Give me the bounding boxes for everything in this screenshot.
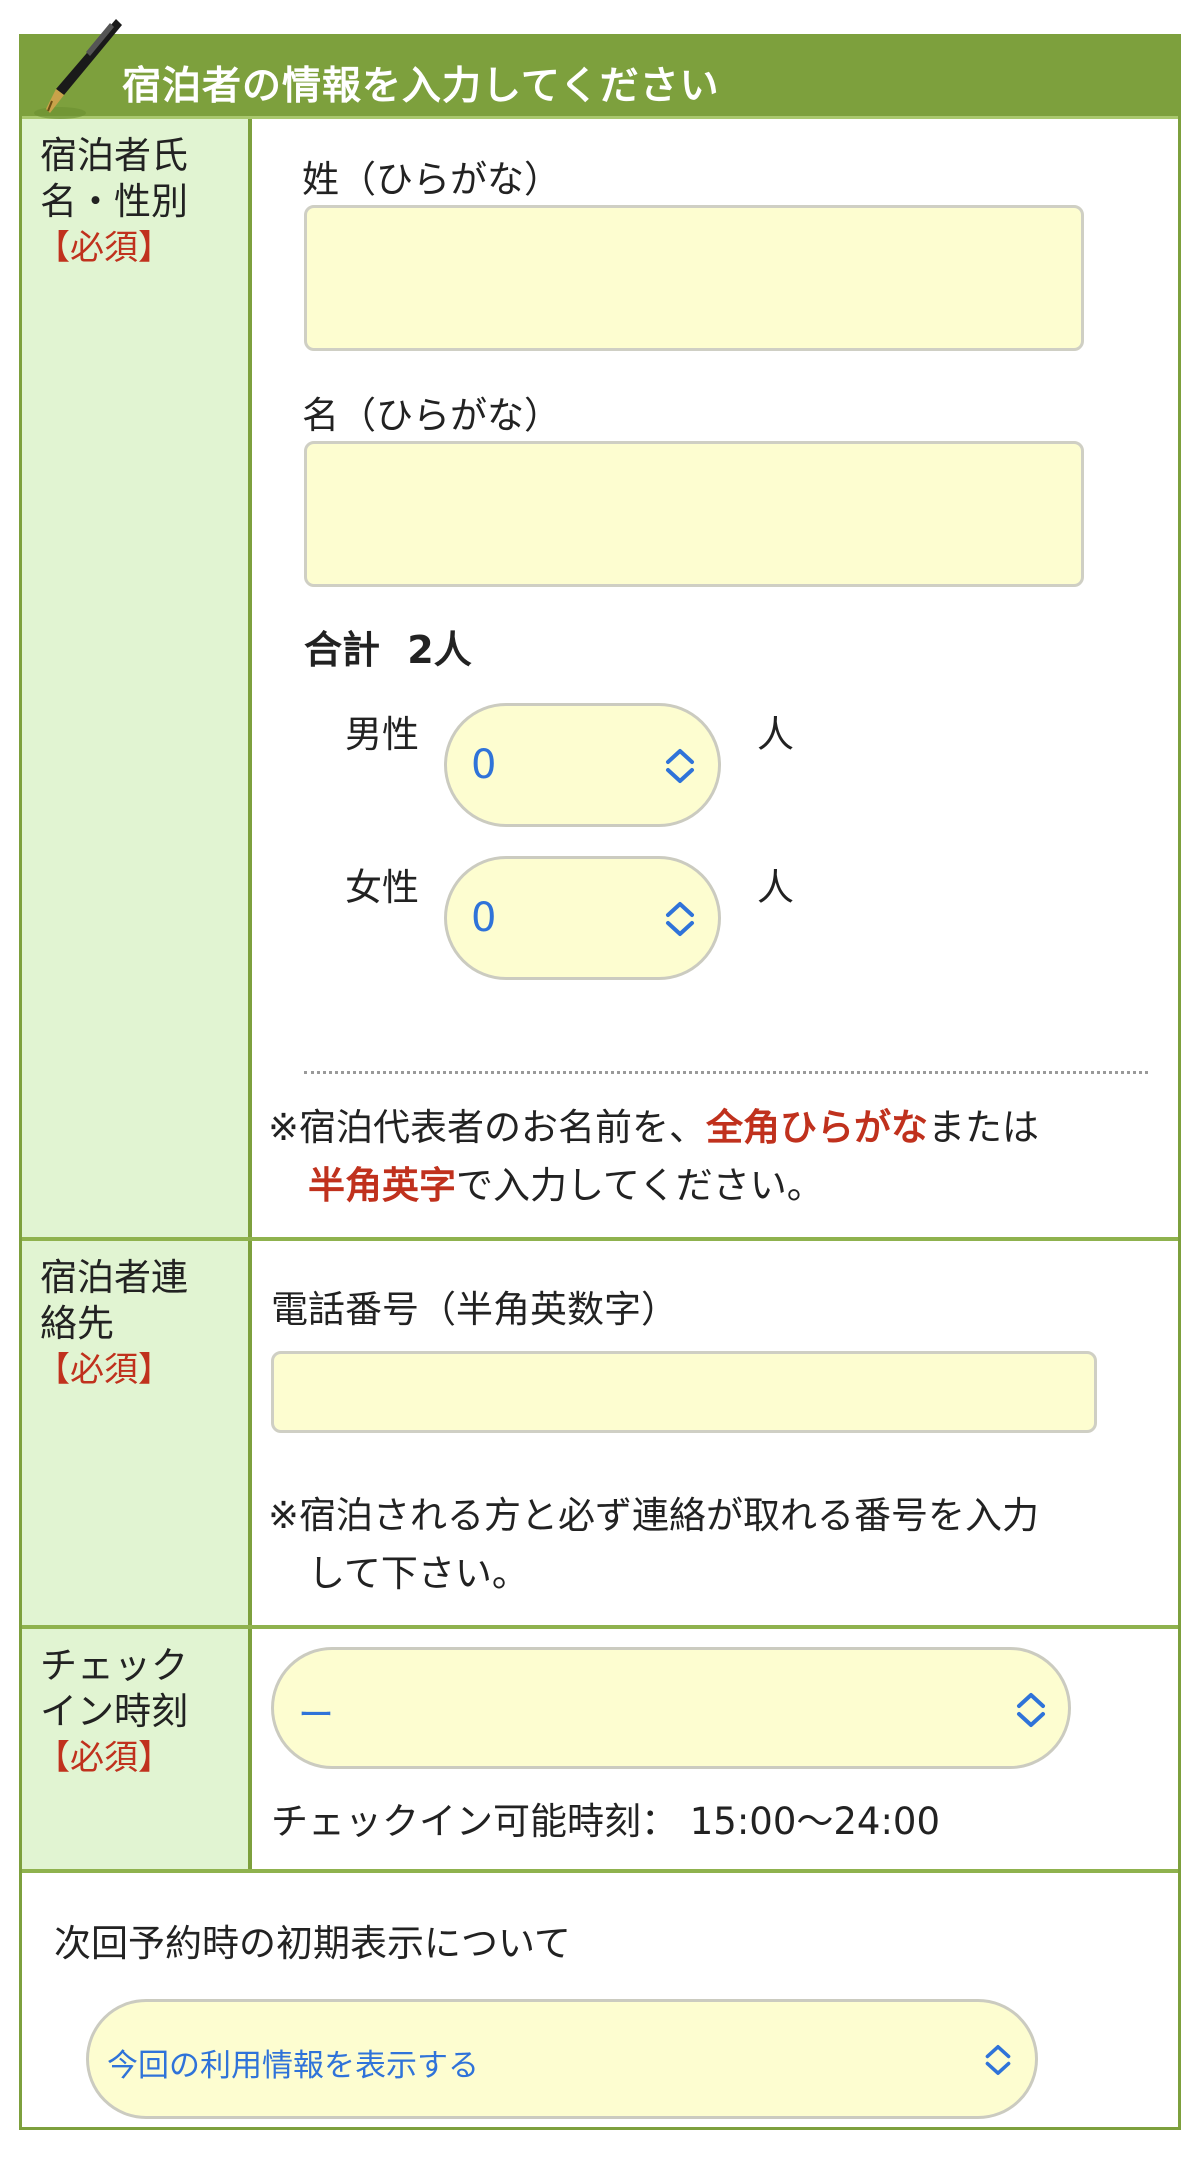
contact-note-line2: して下さい。 bbox=[308, 1552, 529, 1595]
contact-label-line2: 絡先 bbox=[40, 1302, 114, 1345]
chevron-up-down-icon bbox=[985, 2045, 1011, 2075]
female-unit: 人 bbox=[757, 866, 794, 909]
phone-label: 電話番号（半角英数字） bbox=[271, 1288, 678, 1331]
checkin-time-select[interactable]: ー bbox=[271, 1647, 1071, 1769]
female-label: 女性 bbox=[345, 866, 419, 909]
checkin-label-line1: チェック bbox=[40, 1644, 188, 1687]
last-name-label: 姓（ひらがな） bbox=[302, 158, 561, 201]
guest-name-label-line1: 宿泊者氏 bbox=[40, 134, 188, 177]
next-booking-value: 今回の利用情報を表示する bbox=[107, 2048, 479, 2084]
female-count-value: 0 bbox=[471, 895, 497, 941]
form-title: 宿泊者の情報を入力してください bbox=[122, 64, 720, 109]
male-count-select[interactable]: 0 bbox=[444, 703, 721, 827]
first-name-input[interactable] bbox=[304, 441, 1084, 587]
checkin-available-time: チェックイン可能時刻： 15:00〜24:00 bbox=[271, 1800, 941, 1843]
divider bbox=[304, 1071, 1148, 1074]
checkin-time-value: ー bbox=[298, 1695, 335, 1736]
contact-label-line1: 宿泊者連 bbox=[40, 1256, 188, 1299]
male-count-value: 0 bbox=[471, 742, 497, 788]
checkin-row: チェック イン時刻 【必須】 ー チェックイン可能時刻： 15:00〜24:00 bbox=[22, 1629, 1178, 1873]
required-badge: 【必須】 bbox=[36, 1350, 172, 1390]
guest-name-label-line2: 名・性別 bbox=[40, 180, 188, 223]
chevron-up-down-icon bbox=[1017, 1693, 1045, 1727]
note-mark: ※ bbox=[268, 1106, 300, 1149]
checkin-content: ー チェックイン可能時刻： 15:00〜24:00 bbox=[252, 1629, 1178, 1869]
total-value: 2人 bbox=[407, 628, 472, 672]
chevron-up-down-icon bbox=[666, 902, 694, 936]
phone-input[interactable] bbox=[271, 1351, 1097, 1433]
checkin-label-cell: チェック イン時刻 【必須】 bbox=[22, 1629, 252, 1869]
guest-info-form: 宿泊者の情報を入力してください 宿泊者氏 名・性別 【必須】 姓（ひらがな） 名… bbox=[19, 19, 1181, 2130]
note-part3: で入力してください。 bbox=[456, 1164, 824, 1207]
pen-icon bbox=[34, 19, 122, 119]
last-name-input[interactable] bbox=[304, 205, 1084, 351]
required-badge: 【必須】 bbox=[36, 228, 172, 268]
chevron-up-down-icon bbox=[666, 749, 694, 783]
contact-label-cell: 宿泊者連 絡先 【必須】 bbox=[22, 1241, 252, 1625]
note-part1: 宿泊代表者のお名前を、 bbox=[299, 1106, 707, 1149]
note-part2: または bbox=[928, 1106, 1040, 1149]
checkin-label-line2: イン時刻 bbox=[40, 1690, 188, 1733]
next-booking-section: 次回予約時の初期表示について 今回の利用情報を表示する bbox=[22, 1873, 1178, 2127]
guest-name-content: 姓（ひらがな） 名（ひらがな） 合計 2人 男性 0 人 女性 0 人 ※宿泊代… bbox=[252, 119, 1178, 1237]
total-guests: 合計 2人 bbox=[304, 619, 472, 674]
first-name-label: 名（ひらがな） bbox=[302, 394, 561, 437]
note-red2: 半角英字 bbox=[308, 1164, 456, 1207]
contact-note-line1: 宿泊される方と必ず連絡が取れる番号を入力 bbox=[299, 1494, 1040, 1537]
next-booking-label: 次回予約時の初期表示について bbox=[54, 1922, 571, 1965]
guest-name-label-cell: 宿泊者氏 名・性別 【必須】 bbox=[22, 119, 252, 1237]
next-booking-select[interactable]: 今回の利用情報を表示する bbox=[86, 1999, 1038, 2119]
note-red1: 全角ひらがな bbox=[706, 1106, 929, 1149]
male-label: 男性 bbox=[345, 713, 419, 756]
guest-name-row: 宿泊者氏 名・性別 【必須】 姓（ひらがな） 名（ひらがな） 合計 2人 男性 … bbox=[22, 119, 1178, 1241]
female-count-select[interactable]: 0 bbox=[444, 856, 721, 980]
contact-note: ※宿泊される方と必ず連絡が取れる番号を入力 して下さい。 bbox=[268, 1487, 1158, 1603]
name-note: ※宿泊代表者のお名前を、全角ひらがなまたは 半角英字で入力してください。 bbox=[268, 1099, 1158, 1215]
required-badge: 【必須】 bbox=[36, 1738, 172, 1778]
note-mark: ※ bbox=[268, 1494, 300, 1537]
form-header: 宿泊者の情報を入力してください bbox=[22, 19, 1178, 119]
male-unit: 人 bbox=[757, 713, 794, 756]
contact-row: 宿泊者連 絡先 【必須】 電話番号（半角英数字） ※宿泊される方と必ず連絡が取れ… bbox=[22, 1241, 1178, 1629]
contact-content: 電話番号（半角英数字） ※宿泊される方と必ず連絡が取れる番号を入力 して下さい。 bbox=[252, 1241, 1178, 1625]
total-label: 合計 bbox=[304, 628, 381, 672]
